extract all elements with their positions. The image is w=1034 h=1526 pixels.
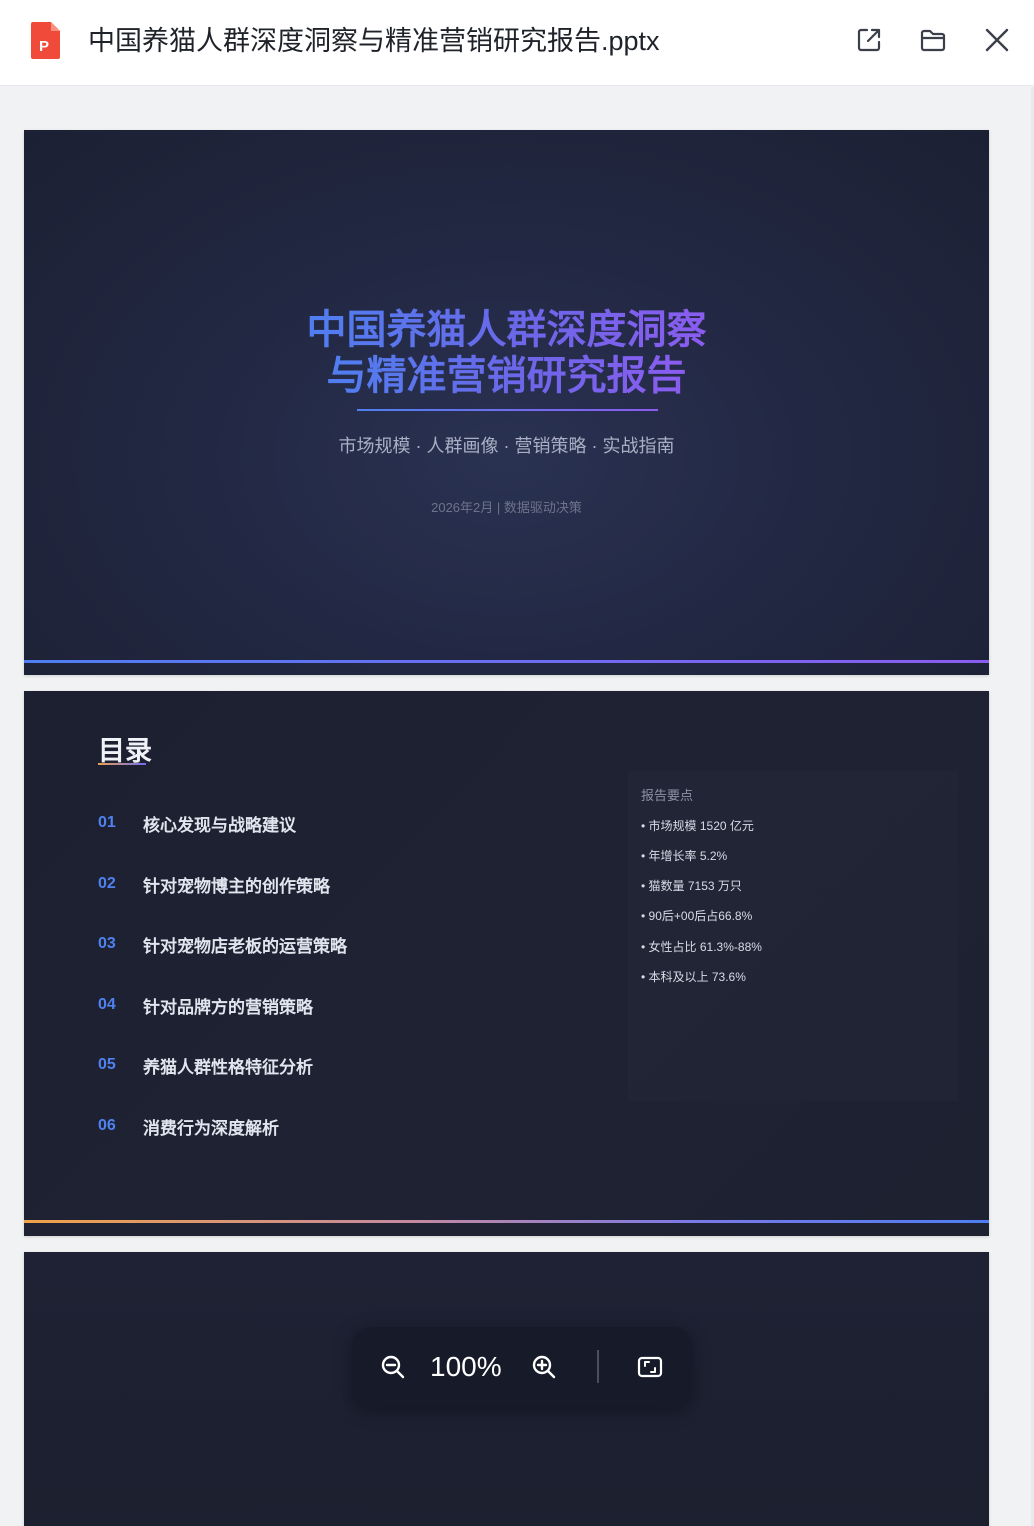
toc-number: 05: [98, 1056, 116, 1073]
open-external-button[interactable]: [853, 24, 885, 56]
folder-icon: [920, 29, 946, 52]
zoom-toolbar: 100%: [352, 1327, 692, 1407]
toc-label: 针对品牌方的营销策略: [143, 997, 313, 1017]
zoom-in-button[interactable]: [524, 1347, 564, 1387]
toc-item[interactable]: 06 消费行为深度解析: [98, 1114, 279, 1138]
slide-bottom-accent-line: [24, 660, 989, 663]
fit-screen-button[interactable]: [630, 1347, 670, 1387]
pptx-file-icon: P: [30, 20, 62, 60]
toc-number: 02: [98, 875, 116, 892]
close-icon: [985, 28, 1009, 52]
toc-label: 消费行为深度解析: [143, 1118, 279, 1138]
summary-item: • 本科及以上 73.6%: [641, 970, 746, 984]
toc-label: 核心发现与战略建议: [143, 815, 296, 835]
close-button[interactable]: [981, 24, 1013, 56]
toc-label: 养猫人群性格特征分析: [143, 1057, 313, 1077]
toc-title-underline: [98, 763, 146, 765]
toc-number: 04: [98, 996, 116, 1013]
cover-title: 中国养猫人群深度洞察 与精准营销研究报告: [24, 307, 989, 399]
title-underline: [357, 409, 658, 411]
title-bar: P 中国养猫人群深度洞察与精准营销研究报告.pptx: [0, 0, 1034, 86]
slide-bottom-accent-line: [24, 1220, 989, 1223]
slide-1-cover: 中国养猫人群深度洞察 与精准营销研究报告 市场规模 · 人群画像 · 营销策略 …: [24, 130, 989, 675]
cover-date: 2026年2月 | 数据驱动决策: [431, 500, 582, 515]
summary-item: • 猫数量 7153 万只: [641, 879, 742, 893]
toc-number: 03: [98, 935, 116, 952]
toolbar-divider: [597, 1350, 599, 1383]
toc-item[interactable]: 02 针对宠物博主的创作策略: [98, 872, 330, 896]
summary-item: • 年增长率 5.2%: [641, 849, 728, 863]
zoom-out-button[interactable]: [373, 1347, 413, 1387]
toc-label: 针对宠物博主的创作策略: [143, 876, 330, 896]
open-folder-button[interactable]: [917, 24, 949, 56]
summary-item: • 女性占比 61.3%-88%: [641, 940, 762, 954]
fit-screen-icon: [637, 1356, 663, 1378]
summary-title: 报告要点: [641, 788, 694, 803]
zoom-out-icon: [381, 1355, 405, 1379]
open-external-icon: [857, 28, 881, 52]
toc-item[interactable]: 01 核心发现与战略建议: [98, 811, 296, 835]
toc-label: 针对宠物店老板的运营策略: [143, 936, 347, 956]
toc-item[interactable]: 04 针对品牌方的营销策略: [98, 993, 313, 1017]
svg-text:P: P: [39, 38, 49, 55]
toc-item[interactable]: 03 针对宠物店老板的运营策略: [98, 932, 347, 956]
zoom-level: 100%: [430, 1351, 502, 1382]
slide-viewer[interactable]: 中国养猫人群深度洞察 与精准营销研究报告 市场规模 · 人群画像 · 营销策略 …: [0, 87, 1034, 1526]
cover-title-line-2: 与精准营销研究报告: [326, 354, 687, 398]
summary-item: • 市场规模 1520 亿元: [641, 819, 754, 833]
cover-title-line-1: 中国养猫人群深度洞察: [306, 308, 707, 352]
toc-number: 01: [98, 814, 116, 831]
zoom-in-icon: [532, 1355, 556, 1379]
toc-number: 06: [98, 1117, 116, 1134]
toc-item[interactable]: 05 养猫人群性格特征分析: [98, 1053, 313, 1077]
summary-item: • 90后+00后占66.8%: [641, 909, 753, 923]
cover-subtitle: 市场规模 · 人群画像 · 营销策略 · 实战指南: [338, 436, 675, 456]
file-title: 中国养猫人群深度洞察与精准营销研究报告.pptx: [88, 26, 660, 56]
slide-2-toc: 目录 01 核心发现与战略建议 02 针对宠物博主的创作策略 03 针对宠物店老…: [24, 691, 989, 1236]
